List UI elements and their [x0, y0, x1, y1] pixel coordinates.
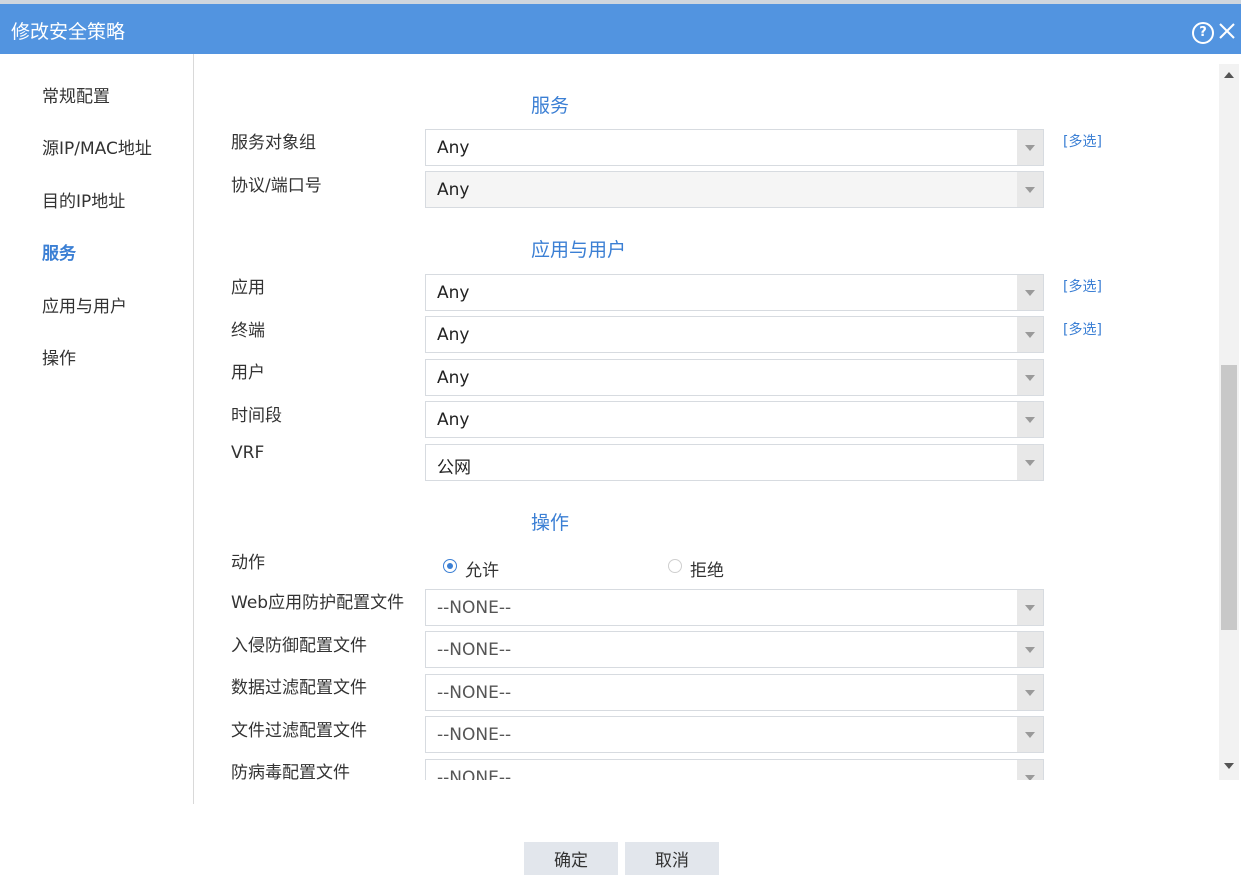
- content-scrollbar[interactable]: [1219, 64, 1239, 780]
- dialog-titlebar: 修改安全策略 ?: [0, 0, 1241, 54]
- help-icon[interactable]: ?: [1192, 22, 1214, 44]
- data-filter-profile-select[interactable]: --NONE--: [425, 674, 1044, 711]
- ok-button[interactable]: 确定: [524, 842, 618, 875]
- time-range-select[interactable]: Any: [425, 401, 1044, 438]
- scrollbar-thumb[interactable]: [1221, 365, 1237, 630]
- chevron-down-icon[interactable]: [1017, 717, 1043, 752]
- sidebar-item-service[interactable]: 服务: [42, 239, 76, 264]
- terminal-value: Any: [437, 325, 470, 345]
- close-icon[interactable]: [1216, 20, 1238, 42]
- protocol-port-value: Any: [437, 180, 470, 200]
- radio-unchecked-icon: [668, 559, 682, 573]
- ips-profile-label: 入侵防御配置文件: [231, 636, 367, 656]
- sidebar-nav: 常规配置 源IP/MAC地址 目的IP地址 服务 应用与用户 操作: [0, 54, 194, 804]
- sidebar-item-destination-ip[interactable]: 目的IP地址: [42, 187, 125, 212]
- section-title-service: 服务: [531, 95, 570, 117]
- antivirus-profile-select[interactable]: --NONE--: [425, 759, 1044, 780]
- terminal-label: 终端: [231, 321, 265, 341]
- ips-profile-select[interactable]: --NONE--: [425, 631, 1044, 668]
- radio-checked-icon: [443, 559, 457, 573]
- data-filter-profile-label: 数据过滤配置文件: [231, 678, 367, 698]
- chevron-down-icon[interactable]: [1017, 317, 1043, 352]
- time-range-value: Any: [437, 410, 470, 430]
- time-range-label: 时间段: [231, 406, 282, 426]
- section-title-app-user: 应用与用户: [531, 239, 627, 261]
- waf-profile-label: Web应用防护配置文件: [231, 593, 405, 613]
- chevron-down-icon[interactable]: [1017, 760, 1043, 780]
- action-deny-label: 拒绝: [690, 561, 724, 581]
- action-label: 动作: [231, 553, 265, 573]
- waf-profile-value: --NONE--: [437, 598, 512, 618]
- file-filter-profile-label: 文件过滤配置文件: [231, 721, 367, 741]
- chevron-down-icon[interactable]: [1017, 632, 1043, 667]
- dialog-title: 修改安全策略: [11, 21, 126, 43]
- vrf-value: 公网: [437, 458, 471, 478]
- application-multi-select-link[interactable]: [多选]: [1063, 276, 1102, 296]
- protocol-port-select[interactable]: Any: [425, 171, 1044, 208]
- service-group-label: 服务对象组: [231, 133, 316, 153]
- protocol-port-label: 协议/端口号: [231, 176, 322, 196]
- section-title-operation: 操作: [531, 512, 570, 534]
- chevron-down-icon[interactable]: [1017, 590, 1043, 625]
- file-filter-profile-value: --NONE--: [437, 725, 512, 745]
- vrf-select[interactable]: 公网: [425, 444, 1044, 481]
- sidebar-item-app-user[interactable]: 应用与用户: [42, 292, 127, 317]
- service-group-multi-select-link[interactable]: [多选]: [1063, 131, 1102, 151]
- chevron-down-icon[interactable]: [1017, 172, 1043, 207]
- terminal-multi-select-link[interactable]: [多选]: [1063, 319, 1102, 339]
- service-group-value: Any: [437, 138, 470, 158]
- chevron-down-icon[interactable]: [1017, 130, 1043, 165]
- ips-profile-value: --NONE--: [437, 640, 512, 660]
- chevron-down-icon[interactable]: [1017, 402, 1043, 437]
- sidebar-item-source-ip-mac[interactable]: 源IP/MAC地址: [42, 134, 152, 159]
- service-group-select[interactable]: Any: [425, 129, 1044, 166]
- scroll-up-arrow-icon[interactable]: [1224, 72, 1234, 78]
- waf-profile-select[interactable]: --NONE--: [425, 589, 1044, 626]
- application-value: Any: [437, 283, 470, 303]
- action-allow-label: 允许: [465, 561, 499, 581]
- antivirus-profile-label: 防病毒配置文件: [231, 763, 350, 780]
- application-label: 应用: [231, 278, 265, 298]
- terminal-select[interactable]: Any: [425, 316, 1044, 353]
- user-label: 用户: [231, 363, 265, 383]
- chevron-down-icon[interactable]: [1017, 275, 1043, 310]
- data-filter-profile-value: --NONE--: [437, 683, 512, 703]
- scroll-down-arrow-icon[interactable]: [1224, 763, 1234, 769]
- chevron-down-icon[interactable]: [1017, 675, 1043, 710]
- form-content: 服务 服务对象组 Any [多选] 协议/端口号 Any 应用与用户 应用 An…: [194, 54, 1219, 780]
- user-value: Any: [437, 368, 470, 388]
- file-filter-profile-select[interactable]: --NONE--: [425, 716, 1044, 753]
- sidebar-item-general[interactable]: 常规配置: [42, 82, 110, 107]
- vrf-label: VRF: [231, 443, 265, 463]
- chevron-down-icon[interactable]: [1017, 445, 1043, 480]
- user-select[interactable]: Any: [425, 359, 1044, 396]
- application-select[interactable]: Any: [425, 274, 1044, 311]
- antivirus-profile-value: --NONE--: [437, 768, 512, 780]
- chevron-down-icon[interactable]: [1017, 360, 1043, 395]
- sidebar-item-operation[interactable]: 操作: [42, 344, 76, 369]
- cancel-button[interactable]: 取消: [625, 842, 719, 875]
